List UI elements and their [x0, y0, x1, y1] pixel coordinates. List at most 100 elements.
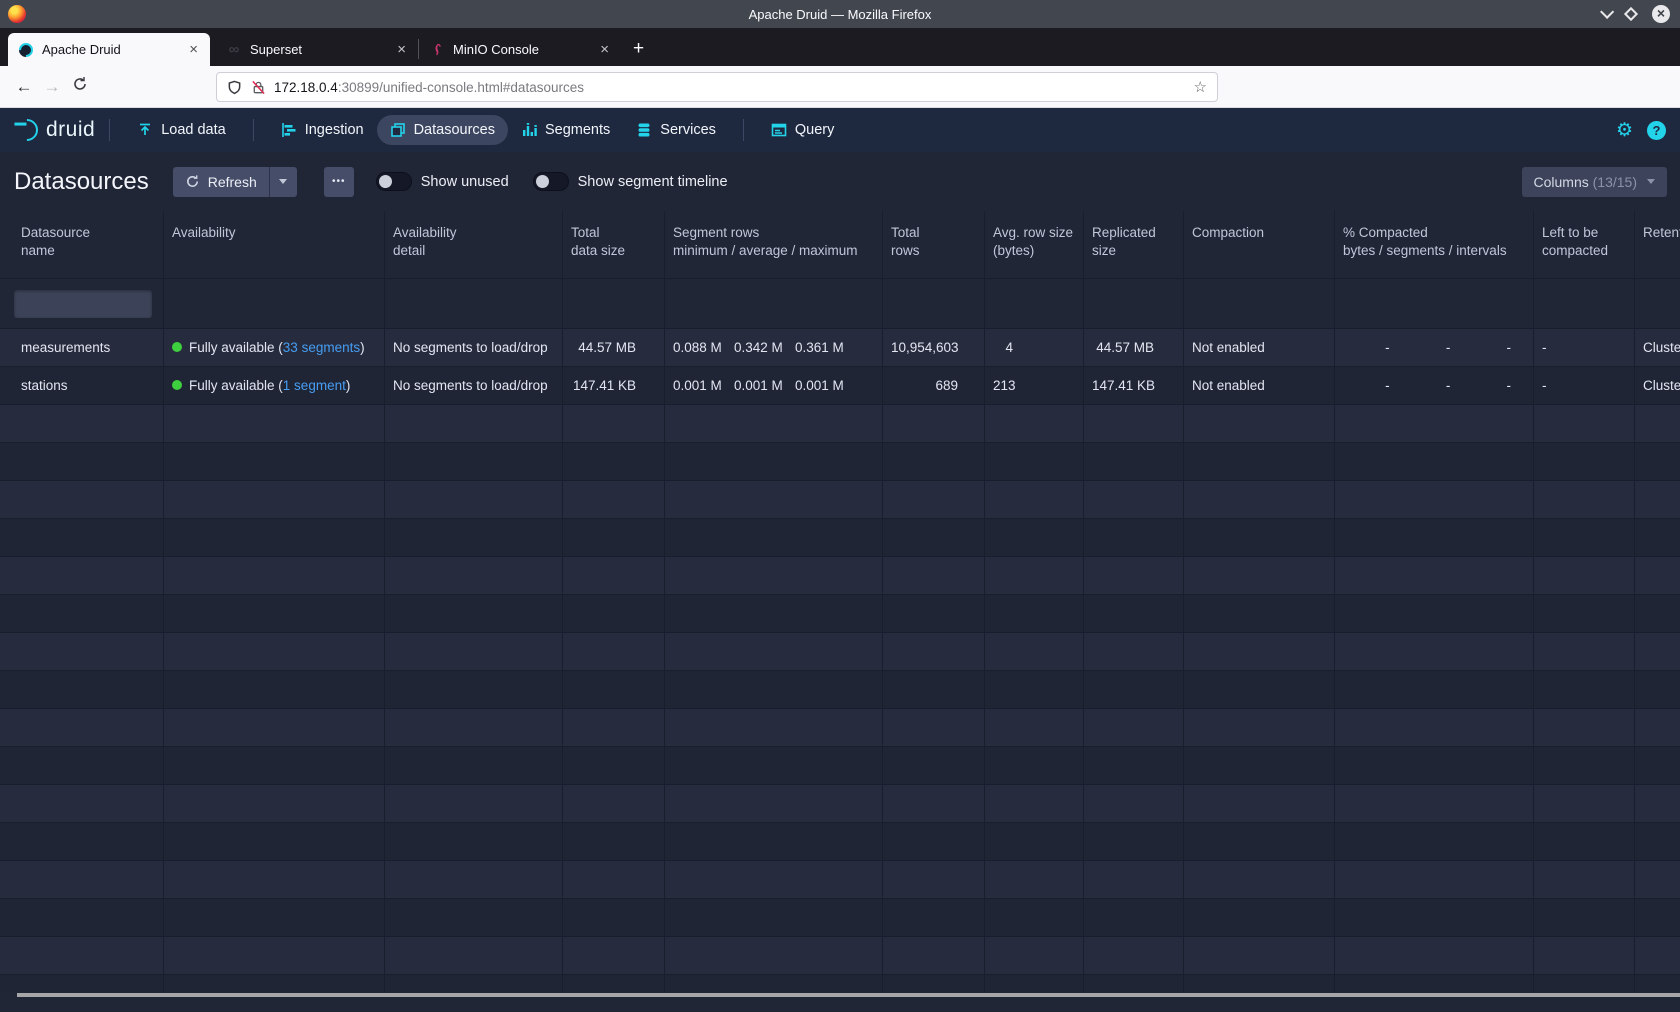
table-cell: [665, 899, 883, 936]
tab-close-icon[interactable]: ×: [185, 41, 202, 58]
table-cell: [985, 481, 1084, 518]
nav-item-segments[interactable]: Segments: [508, 115, 623, 145]
table-cell: [1635, 861, 1680, 898]
table-empty-row: [0, 747, 1680, 785]
column-header[interactable]: Availability: [164, 211, 385, 278]
column-header[interactable]: Datasourcename: [0, 211, 164, 278]
table-cell: [0, 405, 164, 442]
table-cell: [1635, 557, 1680, 594]
datasource-name-filter-input[interactable]: [14, 290, 152, 318]
url-bar[interactable]: 172.18.0.4:30899/unified-console.html#da…: [216, 72, 1218, 102]
refresh-icon: [185, 174, 200, 189]
table-cell: [1184, 633, 1335, 670]
table-cell: [883, 443, 985, 480]
column-header[interactable]: Segment rowsminimum / average / maximum: [665, 211, 883, 278]
table-cell: [1084, 671, 1184, 708]
new-tab-button[interactable]: +: [621, 38, 656, 60]
table-cell: [385, 443, 563, 480]
nav-item-datasources[interactable]: Datasources: [377, 115, 508, 145]
table-cell: [385, 823, 563, 860]
table-cell: [883, 975, 985, 992]
filter-cell: [985, 279, 1084, 328]
settings-gear-icon[interactable]: ⚙: [1616, 121, 1633, 140]
bookmark-star-icon[interactable]: ☆: [1194, 78, 1207, 96]
window-minimize-icon[interactable]: [1600, 5, 1614, 19]
insecure-lock-icon[interactable]: [251, 80, 266, 95]
nav-item-load-data[interactable]: Load data: [124, 115, 239, 145]
back-button[interactable]: ←: [10, 77, 38, 97]
tab-apache-druid[interactable]: Apache Druid ×: [8, 33, 210, 66]
table-empty-row: [0, 861, 1680, 899]
table-cell: [985, 709, 1084, 746]
window-maximize-icon[interactable]: [1624, 7, 1638, 21]
tab-close-icon[interactable]: ×: [393, 41, 410, 58]
filter-cell: [563, 279, 665, 328]
column-header[interactable]: Avg. row size(bytes): [985, 211, 1084, 278]
filter-cell: [665, 279, 883, 328]
refresh-dropdown-button[interactable]: [269, 167, 297, 197]
segments-link[interactable]: 33 segments: [283, 340, 360, 355]
table-cell: [1084, 481, 1184, 518]
druid-logo[interactable]: druid: [16, 118, 95, 142]
table-cell: [0, 519, 164, 556]
table-cell: [1534, 823, 1635, 860]
column-header[interactable]: Retention: [1635, 211, 1680, 278]
table-cell: [1534, 861, 1635, 898]
druid-favicon-icon: [18, 42, 34, 58]
table-cell: [883, 747, 985, 784]
reload-button[interactable]: [66, 76, 94, 97]
column-header[interactable]: Left to becompacted: [1534, 211, 1635, 278]
table-cell: [1335, 899, 1534, 936]
nav-item-query[interactable]: Query: [758, 115, 848, 145]
column-header[interactable]: Replicatedsize: [1084, 211, 1184, 278]
filter-cell: [1184, 279, 1335, 328]
table-cell: [0, 709, 164, 746]
table-cell: [385, 861, 563, 898]
help-icon[interactable]: ?: [1647, 121, 1666, 140]
table-empty-row: [0, 975, 1680, 992]
table-cell: [385, 633, 563, 670]
columns-button[interactable]: Columns (13/15): [1522, 167, 1668, 197]
column-header[interactable]: Compaction: [1184, 211, 1335, 278]
table-cell: [1184, 519, 1335, 556]
table-cell: [1184, 595, 1335, 632]
column-header[interactable]: Availabilitydetail: [385, 211, 563, 278]
segments-link[interactable]: 1 segment: [283, 378, 346, 393]
table-cell: [1635, 671, 1680, 708]
table-cell: [883, 709, 985, 746]
table-cell: [1184, 823, 1335, 860]
table-cell: [883, 785, 985, 822]
show-unused-toggle[interactable]: [376, 172, 412, 191]
column-header[interactable]: Totaldata size: [563, 211, 665, 278]
table-cell: [1635, 405, 1680, 442]
table-cell: [385, 519, 563, 556]
table-cell: [1184, 975, 1335, 992]
table-cell: [1335, 671, 1534, 708]
table-row[interactable]: stationsFully available (1 segment)No se…: [0, 367, 1680, 405]
table-cell: [1335, 823, 1534, 860]
nav-item-ingestion[interactable]: Ingestion: [268, 115, 377, 145]
window-close-icon[interactable]: ×: [1652, 5, 1670, 23]
table-cell: 44.57 MB: [563, 329, 665, 366]
table-cell: [1635, 747, 1680, 784]
superset-favicon-icon: ∞: [226, 42, 242, 58]
table-cell: [1635, 633, 1680, 670]
table-cell: [883, 937, 985, 974]
table-empty-row: [0, 595, 1680, 633]
column-header[interactable]: Totalrows: [883, 211, 985, 278]
table-cell: [1534, 557, 1635, 594]
tab-close-icon[interactable]: ×: [596, 41, 613, 58]
tab-minio-console[interactable]: MinIO Console ×: [419, 33, 621, 66]
column-header[interactable]: % Compactedbytes / segments / intervals: [1335, 211, 1534, 278]
horizontal-scrollbar[interactable]: [17, 993, 1680, 997]
table-row[interactable]: measurementsFully available (33 segments…: [0, 329, 1680, 367]
table-cell: 0.001 M0.001 M0.001 M: [665, 367, 883, 404]
more-actions-button[interactable]: •••: [324, 167, 354, 197]
tab-superset[interactable]: ∞ Superset ×: [216, 33, 418, 66]
tracking-shield-icon[interactable]: [227, 80, 242, 95]
table-cell: [1635, 823, 1680, 860]
nav-item-services[interactable]: Services: [623, 115, 729, 145]
refresh-button[interactable]: Refresh: [173, 167, 269, 197]
table-filter-row: [0, 279, 1680, 329]
show-segment-timeline-toggle[interactable]: [533, 172, 569, 191]
